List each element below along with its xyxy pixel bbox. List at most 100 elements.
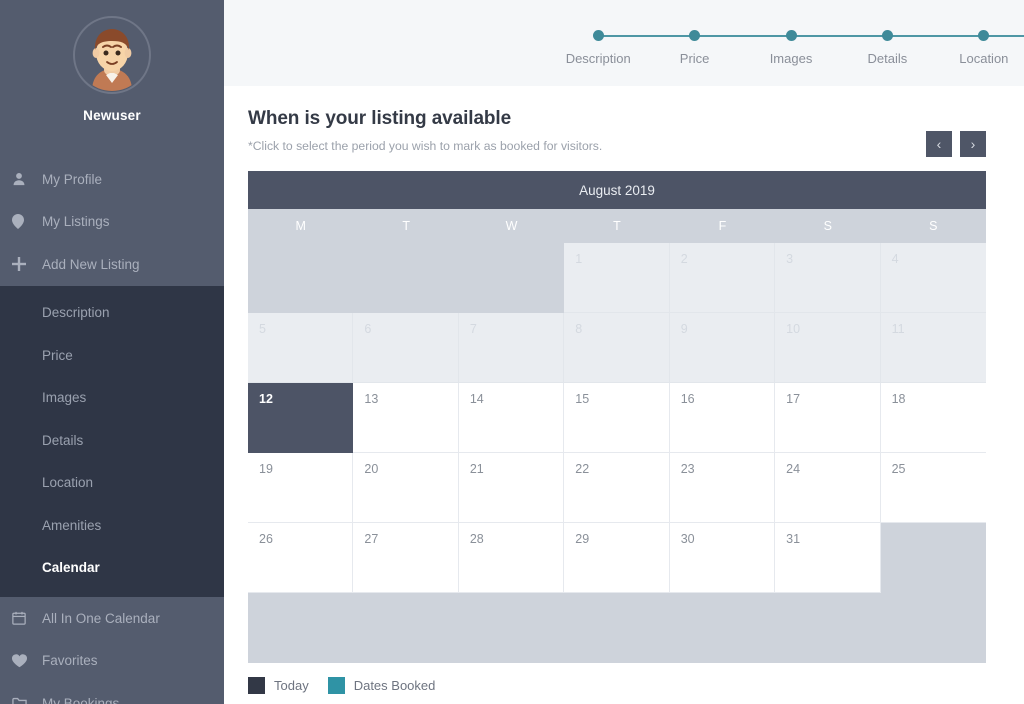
calendar-day-cell: 7 [458,313,565,383]
page-subtitle: *Click to select the period you wish to … [248,139,603,153]
calendar-day-cell[interactable]: 20 [353,453,459,523]
calendar-day-cell: 5 [248,313,354,383]
legend-label: Today [274,678,309,693]
heart-icon [12,654,42,668]
step-label: Price [679,51,710,66]
person-icon [12,172,42,186]
calendar-month-nav: ‹ › [926,131,986,157]
weekday-label: F [718,219,727,233]
calendar-weekday-header: M T W T F S S [248,209,986,243]
weekday-label: T [613,219,621,233]
folder-icon [12,697,42,704]
calendar-cell-empty [669,593,776,663]
step-dot [881,30,893,41]
sidebar-item-favorites[interactable]: Favorites [0,640,224,683]
step-label: Details [867,51,908,66]
username-label: Newuser [83,108,141,123]
sidebar-item-label: All In One Calendar [42,610,160,626]
calendar-day-cell[interactable]: 12 [248,383,354,453]
legend-item-dates-booked: Dates Booked [327,677,436,694]
sidebar-item-label: My Bookings [42,695,120,704]
legend-label: Dates Booked [353,678,436,693]
calendar-cell-empty [248,243,354,313]
sidebar-subitem-label: Images [42,390,87,406]
calendar-day-cell[interactable]: 27 [353,523,459,593]
main-content: Description Price Images Details Locatio… [224,0,1024,704]
weekday-label: W [505,219,518,233]
calendar-day-cell[interactable]: 30 [669,523,776,593]
page-title: When is your listing available [248,108,512,129]
sidebar-subitem-details[interactable]: Details [0,419,224,462]
step-description[interactable]: Description [550,30,695,66]
calendar-day-cell[interactable]: 15 [564,383,670,453]
calendar-cell-empty [248,593,354,663]
calendar-day-cell[interactable]: 25 [880,453,986,523]
step-dot [689,30,701,41]
content-area: When is your listing available *Click to… [224,86,1024,694]
sidebar-subitem-price[interactable]: Price [0,334,224,377]
sidebar-subitem-location[interactable]: Location [0,462,224,505]
sidebar-subitem-label: Details [42,432,84,448]
calendar-day-cell[interactable]: 23 [669,453,776,523]
step-location[interactable]: Location [936,30,1024,66]
calendar-day-cell: 3 [775,243,881,313]
step-details[interactable]: Details [839,30,984,66]
calendar-cell-empty [458,243,565,313]
calendar-day-cell[interactable]: 16 [669,383,776,453]
sidebar-subitem-amenities[interactable]: Amenities [0,504,224,547]
calendar-day-cell: 11 [880,313,986,383]
sidebar-subitem-label: Amenities [42,517,102,533]
calendar-day-cell[interactable]: 13 [353,383,459,453]
plus-icon [12,257,42,272]
map-pin-icon [12,214,42,230]
sidebar-subitem-description[interactable]: Description [0,292,224,335]
legend-swatch-today [248,677,265,694]
calendar-day-cell[interactable]: 18 [880,383,986,453]
step-dot [785,30,797,41]
sidebar: Newuser My Profile My Listings Add New L… [0,0,224,704]
sidebar-item-all-in-one-calendar[interactable]: All In One Calendar [0,597,224,640]
legend-swatch-dates-booked [327,677,345,694]
sidebar-item-label: Favorites [42,653,98,669]
calendar-day-cell[interactable]: 26 [248,523,354,593]
prev-month-button[interactable]: ‹ [926,131,952,157]
next-month-button[interactable]: › [960,131,986,157]
calendar-day-cell[interactable]: 28 [458,523,565,593]
sidebar-subitem-images[interactable]: Images [0,377,224,420]
calendar-day-cell[interactable]: 22 [564,453,670,523]
step-label: Images [769,51,813,66]
sidebar-item-my-profile[interactable]: My Profile [0,158,224,201]
calendar-day-cell[interactable]: 14 [458,383,565,453]
calendar-day-cell[interactable]: 17 [775,383,881,453]
sidebar-subitem-label: Price [42,347,73,363]
calendar-day-cell[interactable]: 19 [248,453,354,523]
calendar-day-cell[interactable]: 21 [458,453,565,523]
sidebar-item-my-bookings[interactable]: My Bookings [0,682,224,704]
sidebar-item-my-listings[interactable]: My Listings [0,201,224,244]
weekday-label: S [823,219,833,233]
sidebar-nav-bottom: All In One Calendar Favorites My Booking… [0,597,224,704]
sidebar-nav-top: My Profile My Listings Add New Listing [0,158,224,286]
step-label: Description [565,51,631,66]
sidebar-item-label: My Profile [42,171,103,187]
step-images[interactable]: Images [743,30,888,66]
sidebar-subitem-calendar[interactable]: Calendar [0,547,224,590]
legend-item-today: Today [248,677,309,694]
step-label: Location [959,51,1009,66]
calendar-cell-empty [564,593,670,663]
calendar-day-cell[interactable]: 29 [564,523,670,593]
sidebar-item-add-new-listing[interactable]: Add New Listing [0,243,224,286]
calendar-cell-empty [353,243,459,313]
sidebar-item-label: Add New Listing [42,256,140,272]
sidebar-subitem-label: Description [42,305,110,321]
calendar-day-cell[interactable]: 31 [775,523,881,593]
calendar-day-cell: 8 [564,313,670,383]
calendar-day-cell: 2 [669,243,776,313]
calendar-icon [12,611,42,625]
calendar-day-cell[interactable]: 24 [775,453,881,523]
calendar-day-cell: 1 [564,243,670,313]
step-price[interactable]: Price [646,30,792,66]
profile-block: Newuser [0,0,224,123]
sidebar-subitem-label: Location [42,475,94,491]
user-avatar-icon [76,19,148,91]
